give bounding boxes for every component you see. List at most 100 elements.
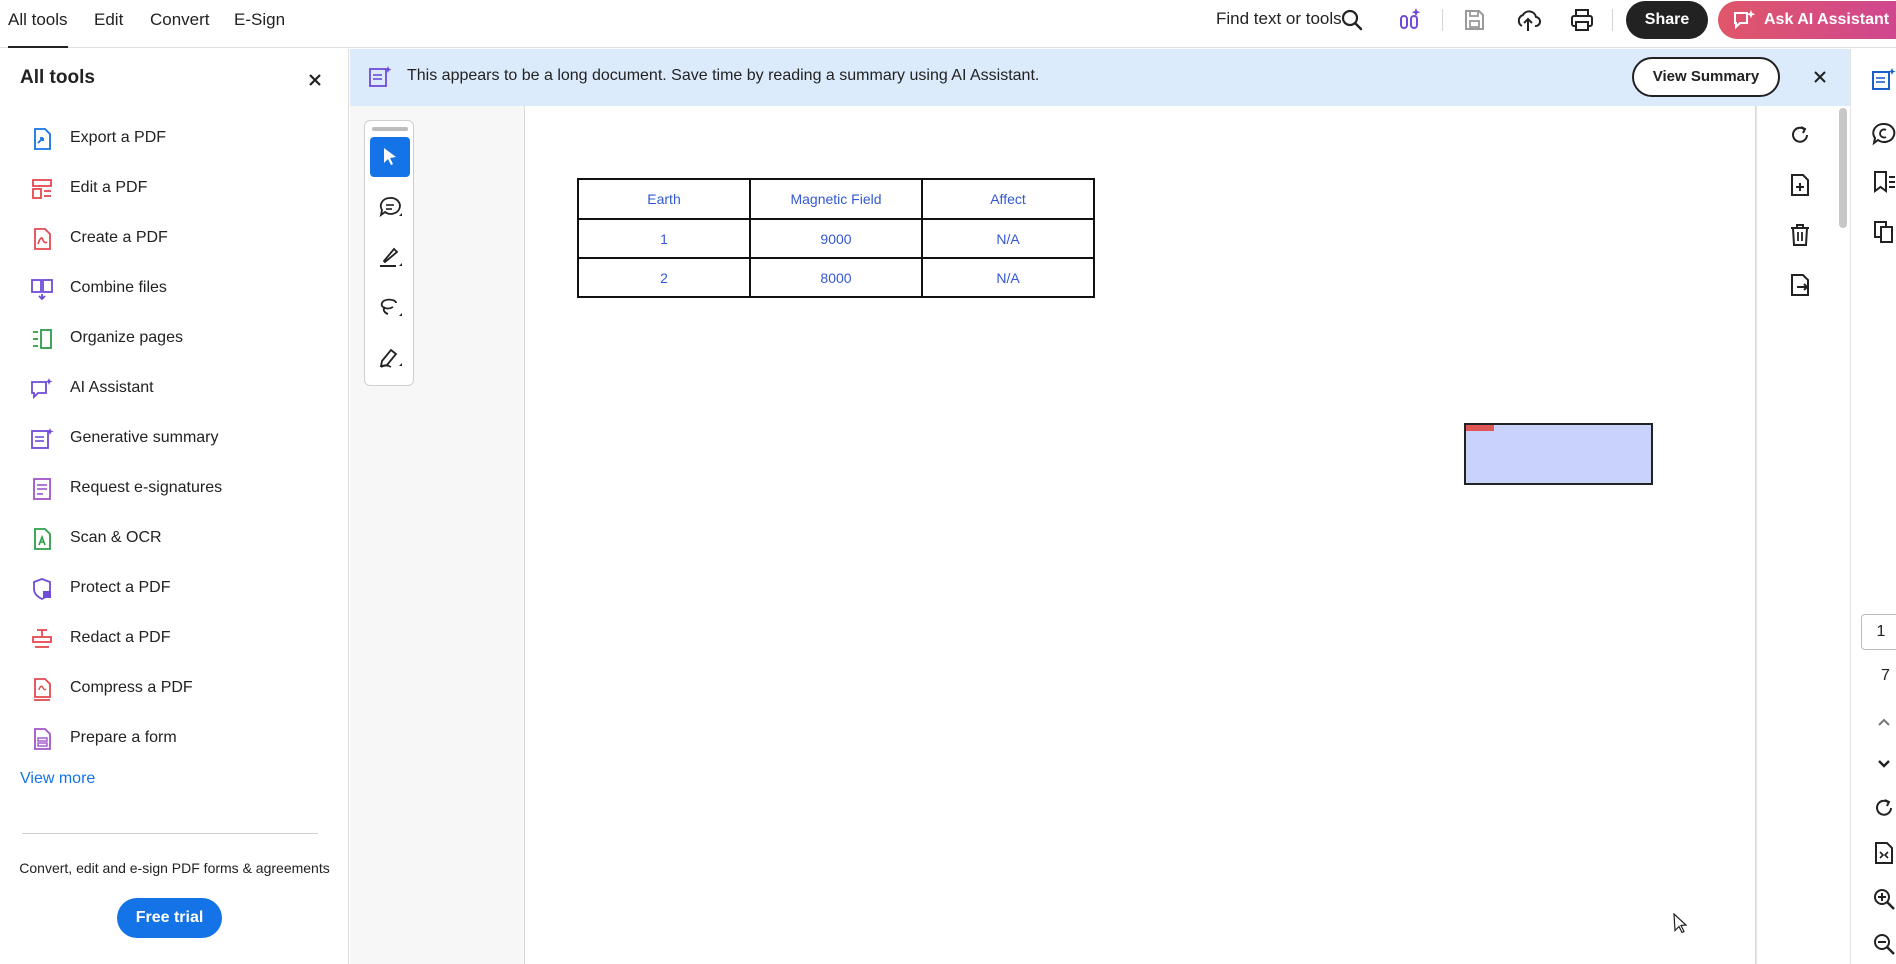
page-total: 7 (1881, 667, 1890, 684)
tool-label: Edit a PDF (70, 179, 148, 196)
close-icon[interactable] (1812, 69, 1828, 85)
zoom-in-icon[interactable] (1871, 886, 1896, 912)
tool-label: Export a PDF (70, 129, 167, 146)
table-cell: N/A (921, 257, 1095, 298)
scrollbar-thumb[interactable] (1839, 108, 1847, 228)
tab-edit[interactable]: Edit (94, 0, 123, 48)
export-pdf-icon (34, 128, 51, 150)
edit-pdf-icon (32, 179, 52, 199)
drag-handle[interactable] (372, 127, 408, 131)
table-row: 2 8000 N/A (577, 257, 1095, 298)
print-icon[interactable] (1568, 6, 1596, 34)
sign-tool-button[interactable] (370, 337, 410, 377)
pages-thumbnail-icon[interactable] (1871, 219, 1896, 245)
table-cell: 9000 (749, 218, 923, 259)
insert-page-icon[interactable] (1787, 172, 1813, 198)
bookmark-icon[interactable] (1871, 169, 1896, 195)
tool-ai-assistant[interactable]: AI Assistant (30, 374, 330, 404)
tool-label: Combine files (70, 279, 167, 296)
generative-summary-icon (369, 66, 392, 87)
ai-tools-icon[interactable] (1396, 6, 1424, 34)
highlighter-icon (380, 247, 402, 267)
fit-page-icon[interactable] (1871, 840, 1896, 866)
free-trial-button[interactable]: Free trial (117, 898, 222, 938)
prepare-form-icon (34, 728, 51, 750)
tool-label: Compress a PDF (70, 679, 193, 696)
pdf-page[interactable]: Earth Magnetic Field Affect 1 9000 N/A 2… (524, 106, 1756, 964)
trash-icon[interactable] (1787, 222, 1813, 248)
tab-all-tools[interactable]: All tools (8, 0, 68, 48)
ask-ai-assistant-button[interactable]: Ask AI Assistant (1718, 1, 1896, 39)
tool-organize-pages[interactable]: Organize pages (30, 324, 330, 354)
comment-tool-button[interactable] (370, 187, 410, 227)
tool-label: Redact a PDF (70, 629, 171, 646)
annotation-box[interactable] (1464, 423, 1653, 485)
view-summary-button[interactable]: View Summary (1632, 57, 1780, 97)
table-header-cell: Earth (577, 178, 751, 220)
save-icon[interactable] (1460, 6, 1488, 34)
select-tool-button[interactable] (370, 137, 410, 177)
protect-pdf-icon (33, 578, 51, 601)
comments-icon[interactable] (1871, 121, 1896, 147)
create-pdf-icon (34, 228, 51, 250)
zoom-out-icon[interactable] (1871, 931, 1896, 957)
close-icon[interactable] (306, 71, 324, 89)
tab-convert[interactable]: Convert (150, 0, 210, 48)
ai-chat-icon (1734, 10, 1756, 30)
tool-combine-files[interactable]: Combine files (30, 274, 330, 304)
rotate-icon[interactable] (1787, 122, 1813, 148)
document-table: Earth Magnetic Field Affect 1 9000 N/A 2… (577, 178, 1095, 298)
ai-assistant-icon (31, 378, 53, 400)
find-text-button[interactable]: Find text or tools (1216, 8, 1342, 30)
table-header-cell: Affect (921, 178, 1095, 220)
search-icon[interactable] (1338, 6, 1366, 34)
document-canvas[interactable]: Earth Magnetic Field Affect 1 9000 N/A 2… (350, 106, 1850, 964)
chevron-up-icon[interactable] (1871, 709, 1896, 735)
tool-generative-summary[interactable]: Generative summary (30, 424, 330, 454)
tool-label: Request e-signatures (70, 479, 223, 496)
tool-edit-pdf[interactable]: Edit a PDF (30, 174, 330, 204)
annotation-tag (1466, 425, 1494, 431)
redact-pdf-icon (32, 629, 52, 648)
comment-icon (379, 197, 402, 218)
generative-summary-icon[interactable] (1871, 67, 1896, 93)
tool-prepare-form[interactable]: Prepare a form (30, 724, 330, 754)
tool-label: Organize pages (70, 329, 183, 346)
chevron-down-icon[interactable] (1871, 751, 1896, 777)
cursor-arrow-icon (384, 148, 396, 165)
tool-request-esignatures[interactable]: Request e-signatures (30, 474, 330, 504)
tool-label: Scan & OCR (70, 529, 162, 546)
refresh-icon[interactable] (1871, 795, 1896, 821)
right-rail: 1 7 (1850, 49, 1896, 964)
scan-ocr-icon (34, 528, 51, 550)
table-cell: 8000 (749, 257, 923, 298)
tab-esign[interactable]: E-Sign (234, 0, 285, 48)
tool-create-pdf[interactable]: Create a PDF (30, 224, 330, 254)
table-cell: 2 (577, 257, 751, 298)
tool-export-pdf[interactable]: Export a PDF (30, 124, 330, 154)
tool-redact-pdf[interactable]: Redact a PDF (30, 624, 330, 654)
draw-tool-button[interactable] (370, 287, 410, 327)
ask-ai-label: Ask AI Assistant (1764, 11, 1890, 28)
tool-label: Create a PDF (70, 229, 168, 246)
tool-label: AI Assistant (70, 379, 154, 396)
organize-pages-icon (33, 329, 52, 349)
pen-sign-icon (379, 348, 402, 368)
tool-scan-ocr[interactable]: Scan & OCR (30, 524, 330, 554)
ai-summary-banner: This appears to be a long document. Save… (350, 49, 1850, 106)
share-button[interactable]: Share (1626, 1, 1708, 39)
table-cell: N/A (921, 218, 1095, 259)
compress-pdf-icon (34, 678, 51, 701)
quick-tools-palette (364, 120, 414, 386)
table-cell: 1 (577, 218, 751, 259)
page-number-input[interactable]: 1 (1861, 614, 1896, 650)
tool-compress-pdf[interactable]: Compress a PDF (30, 674, 330, 704)
highlight-tool-button[interactable] (370, 237, 410, 277)
cloud-upload-icon[interactable] (1514, 6, 1542, 34)
tool-label: Prepare a form (70, 729, 177, 746)
top-toolbar: All tools Edit Convert E-Sign Find text … (0, 0, 1896, 48)
view-more-link[interactable]: View more (20, 770, 95, 788)
tool-protect-pdf[interactable]: Protect a PDF (30, 574, 330, 604)
extract-page-icon[interactable] (1787, 272, 1813, 298)
scrollbar[interactable] (1837, 106, 1850, 964)
